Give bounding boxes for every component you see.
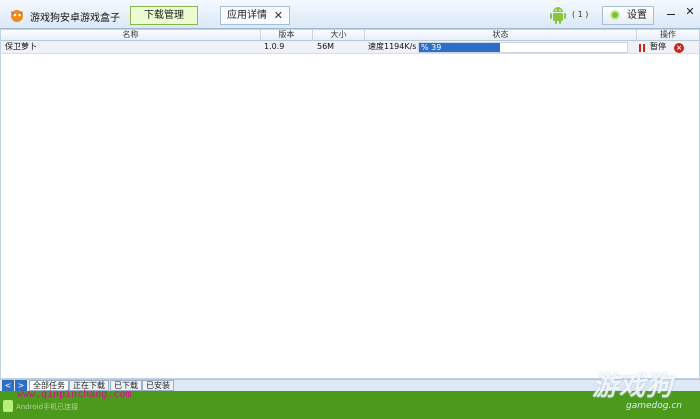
app-title: 游戏狗安卓游戏盒子 [30,13,120,24]
settings-button[interactable]: 设置 [602,6,654,25]
tab-installed[interactable]: 已安装 [142,380,174,391]
header-version[interactable]: 版本 [261,30,313,41]
brand-site-watermark: gamedog.cn [626,401,682,411]
delete-icon[interactable]: × [674,43,684,53]
pause-icon[interactable] [639,44,646,52]
tab-close-icon[interactable]: ✕ [274,7,283,24]
url-watermark: www.qinpinchang.com [17,389,132,400]
device-count: ( 1 ) [572,10,589,19]
progress-text: % 39 [421,43,442,52]
row-version: 1.0.9 [264,42,285,51]
row-speed: 速度1194K/s [368,42,417,51]
android-icon[interactable] [549,5,567,25]
download-progress-bar: % 39 [418,42,628,53]
header-name[interactable]: 名称 [1,30,261,41]
title-bar: 游戏狗安卓游戏盒子 下载管理 应用详情 ✕ ( 1 ) 设置 ✕ [0,0,700,29]
tab-prev-button[interactable]: < [2,380,14,391]
app-logo-icon [11,10,23,22]
download-list: 名称 版本 大小 状态 操作 保卫萝卜 1.0.9 56M 速度1194K/s … [0,29,700,379]
brand-watermark: 游戏狗 [592,372,674,402]
close-window-button[interactable]: ✕ [683,4,697,20]
tab-app-detail[interactable]: 应用详情 ✕ [220,6,290,25]
pause-button[interactable]: 暂停 [650,41,666,54]
gear-icon [610,10,620,20]
header-action[interactable]: 操作 [637,30,699,41]
status-text: Android手机已连接 [16,403,79,411]
tab-download-manager[interactable]: 下载管理 [130,6,198,25]
settings-label: 设置 [627,10,647,21]
table-row[interactable]: 保卫萝卜 1.0.9 56M 速度1194K/s % 39 暂停 × [1,41,699,54]
table-header: 名称 版本 大小 状态 操作 [1,30,699,41]
row-name: 保卫萝卜 [5,42,37,51]
tab-app-detail-label: 应用详情 [227,10,267,21]
row-size: 56M [317,42,335,51]
header-size[interactable]: 大小 [313,30,365,41]
header-status[interactable]: 状态 [365,30,637,41]
minimize-button[interactable] [664,7,678,21]
phone-icon [3,400,13,412]
